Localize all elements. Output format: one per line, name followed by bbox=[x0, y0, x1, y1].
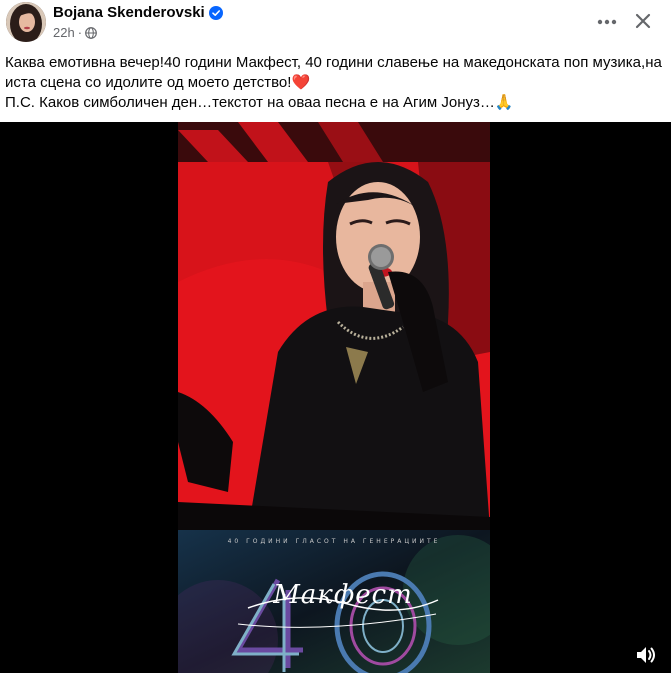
makfest-logo-text: Макфест bbox=[273, 580, 413, 610]
banner-caption: 40 ГОДИНИ ГЛАСОТ НА ГЕНЕРАЦИИТЕ bbox=[227, 538, 441, 545]
volume-icon bbox=[637, 647, 655, 663]
avatar[interactable] bbox=[6, 2, 46, 42]
more-options-button[interactable] bbox=[592, 10, 622, 34]
post-timestamp[interactable]: 22h bbox=[53, 25, 75, 40]
close-icon bbox=[635, 13, 651, 29]
post-text-line-1: Каква емотивна вечер!40 години Макфест, … bbox=[5, 54, 662, 91]
video-player[interactable]: 40 ГОДИНИ ГЛАСОТ НА ГЕНЕРАЦИИТЕ Макфест bbox=[0, 122, 671, 673]
post-meta: 22h · bbox=[53, 25, 97, 40]
author-name[interactable]: Bojana Skenderovski bbox=[53, 4, 205, 21]
video-frame[interactable]: 40 ГОДИНИ ГЛАСОТ НА ГЕНЕРАЦИИТЕ Макфест bbox=[178, 122, 490, 673]
pray-emoji: 🙏 bbox=[494, 94, 514, 111]
post-text-line-2: П.С. Каков симболичен ден…текстот на ова… bbox=[5, 94, 495, 111]
meta-separator: · bbox=[77, 25, 83, 40]
globe-icon[interactable] bbox=[85, 26, 97, 39]
post-header: Bojana Skenderovski 22h · bbox=[0, 0, 671, 46]
author-row: Bojana Skenderovski bbox=[53, 4, 223, 21]
verified-badge-icon bbox=[208, 5, 223, 20]
post-text-paragraph-1: Каква емотивна вечер!40 години Макфест, … bbox=[5, 53, 665, 93]
more-horizontal-icon bbox=[597, 19, 617, 25]
heart-emoji: ❤️ bbox=[291, 74, 311, 91]
volume-button[interactable] bbox=[634, 643, 658, 667]
singer-performance-image bbox=[178, 122, 490, 530]
makfest-banner: 40 ГОДИНИ ГЛАСОТ НА ГЕНЕРАЦИИТЕ Макфест bbox=[178, 530, 490, 673]
close-button[interactable] bbox=[630, 8, 656, 34]
post-text-paragraph-2: П.С. Каков симболичен ден…текстот на ова… bbox=[5, 93, 665, 113]
post-body: Каква емотивна вечер!40 години Макфест, … bbox=[5, 53, 665, 113]
